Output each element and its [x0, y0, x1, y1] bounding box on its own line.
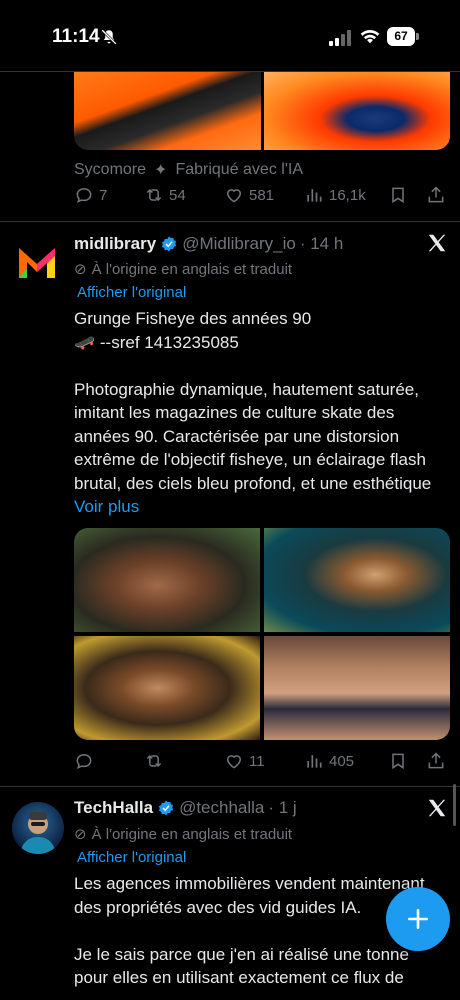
show-original-link[interactable]: Afficher l'original	[77, 849, 186, 866]
handle[interactable]: @techhalla	[179, 798, 264, 818]
prev-tweet-media[interactable]	[74, 72, 450, 150]
reply-button[interactable]: 7	[74, 185, 144, 205]
views-count: 16,1k	[329, 186, 366, 204]
tweet-header: midlibrary @Midlibrary_io · 14 h	[74, 234, 343, 254]
handle[interactable]: @Midlibrary_io	[182, 234, 296, 254]
like-button[interactable]: 11	[224, 751, 304, 771]
views-count: 405	[329, 752, 355, 770]
bookmark-icon[interactable]	[388, 185, 408, 205]
reply-count: 7	[99, 186, 108, 204]
translation-note: ⊘ À l'origine en anglais et traduit	[74, 260, 293, 279]
tweet-text: Les agences immobilières vendent mainten…	[74, 874, 425, 987]
media-image-2[interactable]	[264, 528, 450, 632]
attribution-source: Sycomore	[74, 161, 147, 178]
views-chart-icon	[307, 755, 322, 768]
globe-slash-icon: ⊘	[74, 826, 87, 843]
share-icon[interactable]	[426, 751, 446, 771]
tweet-media-grid	[74, 528, 450, 740]
repost-icon	[146, 754, 162, 768]
verified-badge-icon	[162, 236, 177, 252]
battery-tip	[416, 33, 419, 40]
globe-slash-icon: ⊘	[74, 261, 87, 278]
status-bar: 11:14 67	[0, 0, 460, 72]
verified-badge-icon	[159, 800, 174, 816]
profile-photo	[12, 802, 64, 854]
show-original-link[interactable]: Afficher l'original	[77, 284, 186, 301]
translation-note-text: À l'origine en anglais et traduit	[91, 260, 293, 278]
timestamp[interactable]: · 1 j	[268, 798, 296, 818]
timestamp[interactable]: · 14 h	[300, 234, 343, 254]
see-more-link[interactable]: Voir plus	[74, 497, 139, 516]
prev-tweet-actions: 7 54 581 16,1k	[74, 184, 450, 206]
tweet-body: Grunge Fisheye des années 90 🛹 --sref 14…	[74, 307, 454, 519]
repost-button[interactable]: 54	[144, 185, 224, 205]
wifi-icon	[360, 29, 380, 44]
battery-level: 67	[387, 27, 415, 46]
views-chart-icon	[307, 189, 322, 202]
like-count: 11	[249, 752, 265, 770]
midlibrary-logo-icon	[19, 248, 55, 278]
like-button[interactable]: 581	[224, 185, 304, 205]
reply-icon	[76, 187, 92, 204]
status-time: 11:14	[52, 26, 100, 47]
avatar[interactable]	[17, 242, 57, 282]
avatar[interactable]	[12, 802, 64, 854]
tweet-text: Grunge Fisheye des années 90 🛹 --sref 14…	[74, 309, 432, 493]
views-button[interactable]: 405	[304, 751, 386, 771]
like-count: 581	[249, 186, 275, 204]
tweet-header: TechHalla @techhalla · 1 j	[74, 798, 297, 818]
media-image-1[interactable]	[74, 528, 260, 632]
ai-sparkle-icon: ✦	[154, 162, 168, 179]
heart-icon	[226, 755, 242, 769]
tweet-actions: 11 405	[74, 750, 450, 772]
media-image-4[interactable]	[264, 636, 450, 740]
media-image-3[interactable]	[74, 636, 260, 740]
heart-icon	[226, 189, 242, 203]
prev-media-image-2[interactable]	[263, 72, 450, 150]
tweet-divider	[0, 221, 460, 222]
scrollbar[interactable]	[453, 784, 456, 826]
share-icon[interactable]	[426, 185, 446, 205]
display-name[interactable]: TechHalla	[74, 798, 153, 818]
x-logo-icon	[428, 799, 446, 817]
reply-icon	[76, 753, 92, 770]
ai-label: Fabriqué avec l'IA	[175, 161, 303, 178]
prev-media-image-1[interactable]	[74, 72, 261, 150]
prev-tweet-attribution: Sycomore ✦ Fabriqué avec l'IA	[74, 160, 303, 180]
display-name[interactable]: midlibrary	[74, 234, 156, 254]
translation-note-text: À l'origine en anglais et traduit	[91, 825, 293, 843]
reply-button[interactable]	[74, 751, 144, 771]
repost-icon	[146, 188, 162, 202]
x-logo-icon	[428, 234, 446, 252]
translation-note: ⊘ À l'origine en anglais et traduit	[74, 825, 293, 844]
repost-button[interactable]	[144, 751, 224, 771]
views-button[interactable]: 16,1k	[304, 185, 386, 205]
signal-icon	[329, 30, 351, 46]
battery-indicator: 67	[387, 27, 419, 46]
tweet-divider	[0, 786, 460, 787]
bookmark-icon[interactable]	[388, 751, 408, 771]
compose-button[interactable]	[386, 887, 450, 951]
plus-icon	[408, 909, 428, 929]
repost-count: 54	[169, 186, 186, 204]
silent-bell-icon	[101, 29, 117, 45]
